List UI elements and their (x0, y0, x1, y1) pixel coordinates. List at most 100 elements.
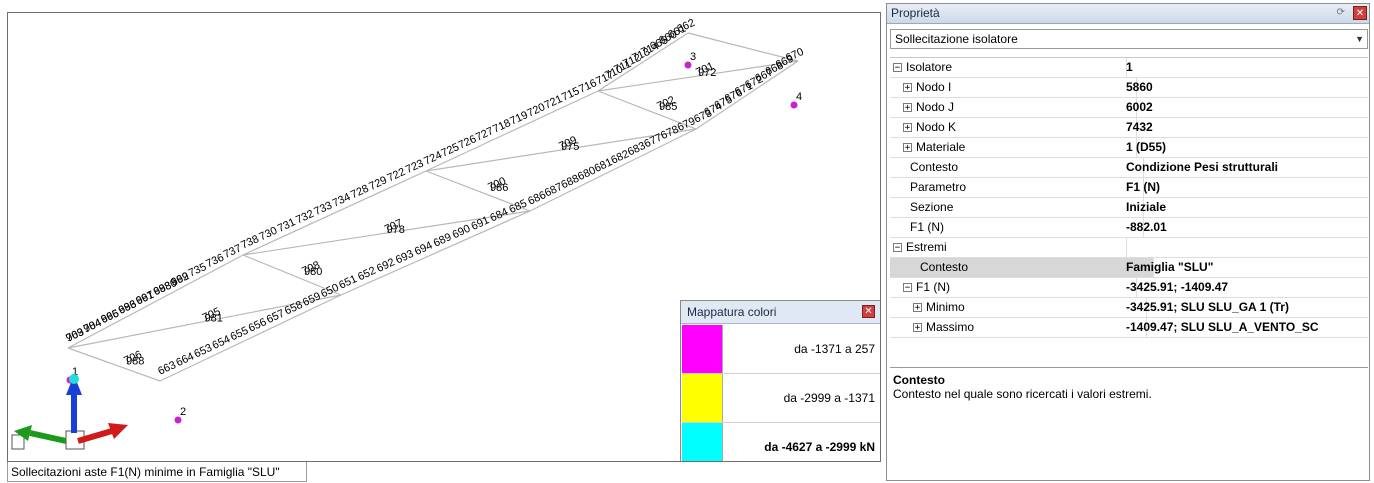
dropdown-arrow-icon: ▼ (1355, 34, 1364, 44)
element-label-49: 664 (174, 350, 196, 369)
legend-swatch[interactable] (682, 374, 723, 422)
axis-y-shaft (29, 430, 67, 444)
properties-panel: Proprietà ⟳ ✕ Sollecitazione isolatore ▼… (886, 3, 1370, 481)
property-row[interactable]: + Nodo J 6002 (890, 98, 1368, 118)
truss-member-0 (67, 254, 244, 349)
property-value: -3425.91; SLU SLU_GA 1 (Tr) (1126, 300, 1289, 314)
element-label-50: 653 (192, 342, 214, 361)
support-node-label-3: 3 (690, 51, 696, 63)
truss-member-3 (340, 210, 531, 296)
property-name-text: Nodo K (916, 120, 957, 134)
description-text: Contesto nel quale sono ricercati i valo… (893, 387, 1152, 401)
element-label-54: 657 (265, 307, 287, 326)
collapse-icon[interactable]: − (893, 243, 902, 253)
object-selector-value: Sollecitazione isolatore (895, 32, 1018, 46)
property-name: Contesto (890, 258, 1154, 277)
property-name: Parametro (890, 178, 1144, 197)
property-row[interactable]: − F1 (N) -3425.91; -1409.47 (890, 278, 1368, 298)
object-selector-dropdown[interactable]: Sollecitazione isolatore ▼ (890, 29, 1368, 49)
element-label-51: 654 (210, 333, 232, 352)
property-value: 1 (D55) (1126, 140, 1167, 154)
model-viewport[interactable]: 981 988 978 980 975 986 972 985 969 984 966 983 961 9… (7, 12, 881, 462)
property-name: + Minimo (890, 298, 1147, 317)
property-row[interactable]: Parametro F1 (N) (890, 178, 1368, 198)
property-name: + Nodo I (890, 78, 1137, 97)
pin-icon[interactable]: ⟳ (1334, 6, 1348, 20)
property-value: 7432 (1126, 120, 1153, 134)
property-row[interactable]: + Materiale 1 (D55) (890, 138, 1368, 158)
truss-member-5 (529, 128, 697, 212)
property-value: Famiglia "SLU" (1126, 260, 1214, 274)
legend-swatch[interactable] (682, 325, 723, 373)
legend-title: Mappatura colori (681, 301, 880, 324)
property-name: F1 (N) (890, 218, 1144, 237)
property-row[interactable]: + Nodo I 5860 (890, 78, 1368, 98)
property-row[interactable]: − Estremi (890, 238, 1368, 258)
property-name: + Nodo J (890, 98, 1137, 117)
expand-icon[interactable]: + (903, 83, 912, 93)
property-value: Condizione Pesi strutturali (1126, 160, 1279, 174)
property-row[interactable]: + Nodo K 7432 (890, 118, 1368, 138)
property-name: + Nodo K (890, 118, 1137, 137)
property-row[interactable]: + Massimo -1409.47; SLU SLU_A_VENTO_SC (890, 318, 1368, 338)
property-value: -882.01 (1126, 220, 1167, 234)
legend-swatch[interactable] (682, 423, 723, 461)
truss-member-1 (159, 294, 342, 382)
element-label-47: 662 (675, 17, 697, 36)
property-row[interactable]: Contesto Famiglia "SLU" (890, 258, 1368, 278)
element-label-52: 655 (229, 325, 251, 344)
expand-icon[interactable]: + (903, 123, 912, 133)
properties-close-icon[interactable]: ✕ (1353, 6, 1367, 20)
axis-x-arrow-icon (108, 423, 128, 439)
property-row[interactable]: + Minimo -3425.91; SLU SLU_GA 1 (Tr) (890, 298, 1368, 318)
properties-title-bar: Proprietà ⟳ ✕ (887, 4, 1369, 24)
element-label-55: 658 (283, 299, 305, 318)
collapse-icon[interactable]: − (893, 63, 902, 73)
element-label-53: 656 (247, 316, 269, 335)
property-row[interactable]: F1 (N) -882.01 (890, 218, 1368, 238)
legend-range-label: da -4627 a -2999 kN (764, 440, 875, 454)
property-grid[interactable]: − Isolatore 1 + Nodo I 5860 + Nodo J 6002 + Nodo K… (890, 57, 1368, 338)
element-label-48: 663 (156, 359, 178, 378)
description-title: Contesto (893, 373, 945, 387)
property-name: Contesto (890, 158, 1144, 177)
properties-title: Proprietà (891, 6, 940, 20)
expand-icon[interactable]: + (913, 323, 922, 333)
legend-row: da -1371 a 257 (682, 325, 880, 374)
property-description: Contesto Contesto nel quale sono ricerca… (890, 367, 1368, 477)
property-name-text: Nodo I (916, 80, 952, 94)
expand-icon[interactable]: + (903, 103, 912, 113)
property-row[interactable]: Contesto Condizione Pesi strutturali (890, 158, 1368, 178)
truss-member-2 (242, 170, 427, 256)
axis-y-arrow-icon (14, 425, 32, 441)
axis-triad-icon (11, 374, 128, 450)
support-node-label-2: 2 (180, 406, 186, 418)
property-name-text: F1 (N) (910, 220, 944, 234)
property-name-text: Minimo (926, 300, 965, 314)
support-node-label-4: 4 (796, 91, 802, 103)
legend-row: da -2999 a -1371 (682, 374, 880, 423)
legend-range-label: da -1371 a 257 (794, 342, 875, 356)
property-value (1126, 238, 1368, 257)
expand-icon[interactable]: + (913, 303, 922, 313)
property-name-text: Isolatore (906, 60, 953, 74)
property-name: + Materiale (890, 138, 1137, 157)
property-value: F1 (N) (1126, 180, 1160, 194)
legend-close-icon[interactable]: ✕ (862, 305, 875, 318)
expand-icon[interactable]: + (903, 143, 912, 153)
property-name-text: Estremi (906, 240, 947, 254)
element-label-87: 670 (784, 46, 806, 65)
property-value: 5860 (1126, 80, 1153, 94)
legend-row: da -4627 a -2999 kN (682, 423, 880, 461)
collapse-icon[interactable]: − (903, 283, 912, 293)
truss-member-4 (425, 90, 599, 172)
property-name: − Estremi (890, 238, 1127, 257)
truss-member-8 (67, 347, 161, 382)
property-name-text: Contesto (920, 260, 969, 274)
property-row[interactable]: Sezione Iniziale (890, 198, 1368, 218)
property-row[interactable]: − Isolatore 1 (890, 58, 1368, 78)
axis-origin-box-2 (11, 434, 25, 450)
property-value: -3425.91; -1409.47 (1126, 280, 1229, 294)
legend-range-label: da -2999 a -1371 (783, 391, 875, 405)
property-name: + Massimo (890, 318, 1147, 337)
